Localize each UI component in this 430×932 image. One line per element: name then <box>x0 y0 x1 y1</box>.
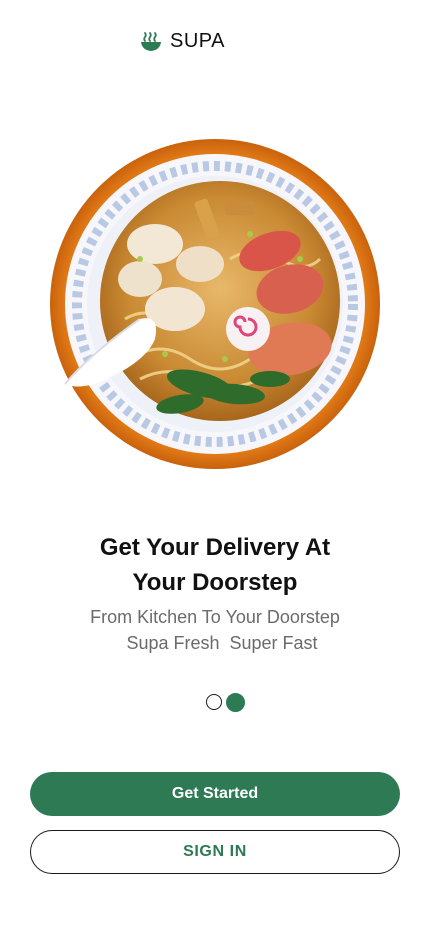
onboarding-screen: SUPA Get Your Delivery At Your Doorstep … <box>0 0 430 932</box>
brand-name: SUPA <box>170 30 225 52</box>
sign-in-button[interactable]: SIGN IN <box>30 830 400 874</box>
subtext-line-1: From Kitchen To Your Doorstep <box>90 607 340 627</box>
page-dot-2-active[interactable] <box>226 693 245 712</box>
subtext-line-2: Supa Fresh Super Fast <box>126 633 318 653</box>
get-started-button[interactable]: Get Started <box>30 772 400 816</box>
hero-ramen-image <box>50 139 380 469</box>
brand-header: SUPA <box>140 30 225 53</box>
ramen-bowl-icon <box>140 31 162 53</box>
page-indicator <box>206 693 245 712</box>
headline-line-2: Your Doorstep <box>132 569 298 596</box>
onboarding-headline: Get Your Delivery At Your Doorstep <box>0 530 430 600</box>
onboarding-subtext: From Kitchen To Your Doorstep Supa Fresh… <box>0 604 430 656</box>
headline-line-1: Get Your Delivery At <box>99 534 331 561</box>
page-dot-1[interactable] <box>206 694 222 710</box>
